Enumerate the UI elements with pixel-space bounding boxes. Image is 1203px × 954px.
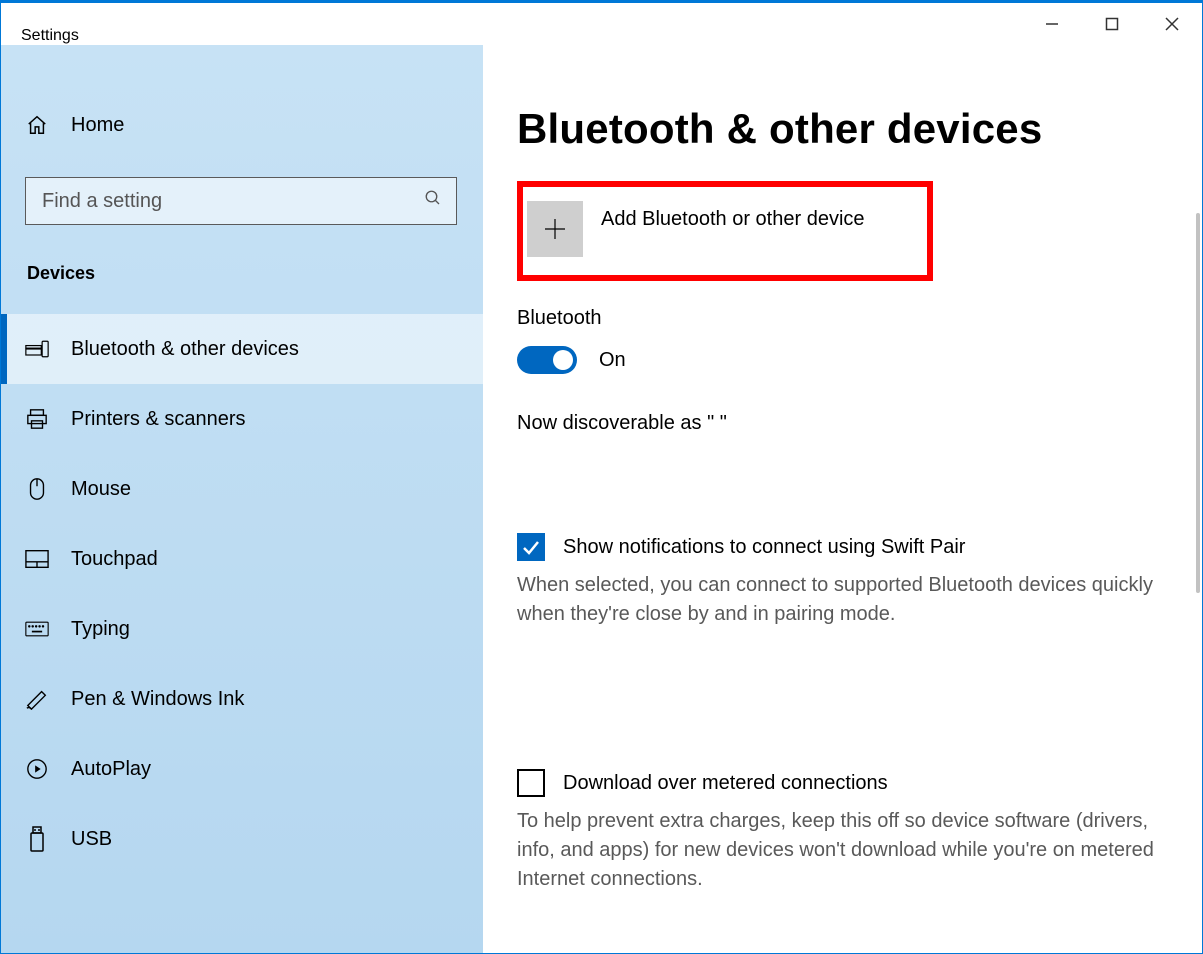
nav-home-label: Home: [71, 114, 124, 137]
mouse-icon: [25, 477, 49, 501]
metered-description: To help prevent extra charges, keep this…: [517, 807, 1157, 894]
maximize-icon: [1105, 17, 1119, 31]
bluetooth-toggle[interactable]: [517, 346, 577, 374]
swift-pair-row: Show notifications to connect using Swif…: [517, 533, 1180, 561]
devices-icon: [25, 337, 49, 361]
titlebar: [1, 3, 1202, 45]
sidebar-item-usb[interactable]: USB: [1, 804, 483, 874]
sidebar-item-label: Bluetooth & other devices: [71, 338, 299, 361]
minimize-icon: [1045, 17, 1059, 31]
window-controls: [1022, 3, 1202, 45]
plus-icon: [527, 201, 583, 257]
add-device-button[interactable]: Add Bluetooth or other device: [527, 201, 917, 257]
bluetooth-state-label: On: [599, 349, 626, 372]
sidebar-section-title: Devices: [27, 263, 483, 284]
search-input[interactable]: [40, 189, 424, 214]
toggle-knob: [553, 350, 573, 370]
scrollbar-thumb[interactable]: [1196, 213, 1200, 593]
search-box[interactable]: [25, 177, 457, 225]
sidebar-item-label: Touchpad: [71, 548, 158, 571]
sidebar-item-label: AutoPlay: [71, 758, 151, 781]
metered-row: Download over metered connections: [517, 769, 1180, 797]
close-button[interactable]: [1142, 3, 1202, 45]
search-wrap: [25, 177, 459, 225]
metered-label: Download over metered connections: [563, 772, 888, 795]
add-device-label: Add Bluetooth or other device: [601, 208, 865, 231]
page-title: Bluetooth & other devices: [517, 105, 1180, 153]
bluetooth-toggle-row: On: [517, 346, 1180, 374]
sidebar-item-pen[interactable]: Pen & Windows Ink: [1, 664, 483, 734]
sidebar-item-touchpad[interactable]: Touchpad: [1, 524, 483, 594]
home-icon: [25, 113, 49, 137]
metered-checkbox[interactable]: [517, 769, 545, 797]
nav-list: Bluetooth & other devices Printers & sca…: [1, 314, 483, 874]
sidebar-item-label: USB: [71, 828, 112, 851]
content-area: Settings Home Devices: [1, 45, 1202, 953]
search-icon: [424, 189, 442, 213]
sidebar-item-bluetooth[interactable]: Bluetooth & other devices: [1, 314, 483, 384]
settings-window: Settings Home Devices: [0, 0, 1203, 954]
swift-pair-label: Show notifications to connect using Swif…: [563, 536, 965, 559]
minimize-button[interactable]: [1022, 3, 1082, 45]
printer-icon: [25, 407, 49, 431]
swift-pair-description: When selected, you can connect to suppor…: [517, 571, 1157, 629]
sidebar-item-label: Pen & Windows Ink: [71, 688, 244, 711]
check-icon: [521, 537, 541, 557]
pen-icon: [25, 687, 49, 711]
sidebar-item-printers[interactable]: Printers & scanners: [1, 384, 483, 454]
touchpad-icon: [25, 547, 49, 571]
sidebar-item-typing[interactable]: Typing: [1, 594, 483, 664]
close-icon: [1165, 17, 1179, 31]
main-pane: Bluetooth & other devices Add Bluetooth …: [483, 45, 1202, 953]
usb-icon: [25, 827, 49, 851]
swift-pair-checkbox[interactable]: [517, 533, 545, 561]
discoverable-text: Now discoverable as " ": [517, 412, 1180, 435]
bluetooth-section-label: Bluetooth: [517, 307, 1180, 330]
app-title: Settings: [21, 27, 79, 45]
keyboard-icon: [25, 617, 49, 641]
sidebar-item-label: Mouse: [71, 478, 131, 501]
autoplay-icon: [25, 757, 49, 781]
sidebar: Settings Home Devices: [1, 45, 483, 953]
annotation-highlight: Add Bluetooth or other device: [517, 181, 933, 281]
sidebar-item-autoplay[interactable]: AutoPlay: [1, 734, 483, 804]
maximize-button[interactable]: [1082, 3, 1142, 45]
nav-home[interactable]: Home: [1, 95, 483, 155]
sidebar-item-label: Typing: [71, 618, 130, 641]
sidebar-item-mouse[interactable]: Mouse: [1, 454, 483, 524]
sidebar-item-label: Printers & scanners: [71, 408, 246, 431]
